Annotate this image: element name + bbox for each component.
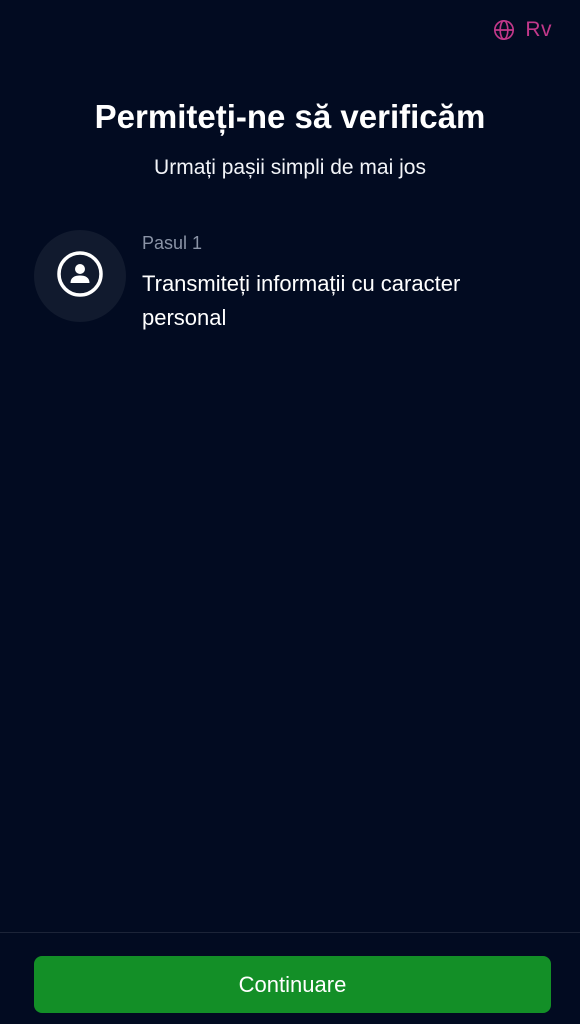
page-title: Permiteți-ne să verificăm xyxy=(94,98,486,135)
footer-divider xyxy=(0,932,580,933)
person-circle-icon xyxy=(56,250,104,303)
step-number: Pasul 1 xyxy=(142,233,203,253)
step-item: Pasul 1 Transmiteți informații cu caract… xyxy=(34,230,544,335)
step-description: Transmiteți informații cu caracter perso… xyxy=(142,271,461,330)
language-switcher[interactable]: Rv xyxy=(493,18,552,42)
globe-icon xyxy=(493,19,515,41)
continue-button[interactable]: Continuare xyxy=(34,956,551,1013)
page-subtitle: Urmați pașii simpli de mai jos xyxy=(154,156,426,179)
language-label: Rv xyxy=(525,18,552,41)
step-icon-container xyxy=(34,230,126,322)
step-text: Pasul 1 Transmiteți informații cu caract… xyxy=(142,230,522,335)
